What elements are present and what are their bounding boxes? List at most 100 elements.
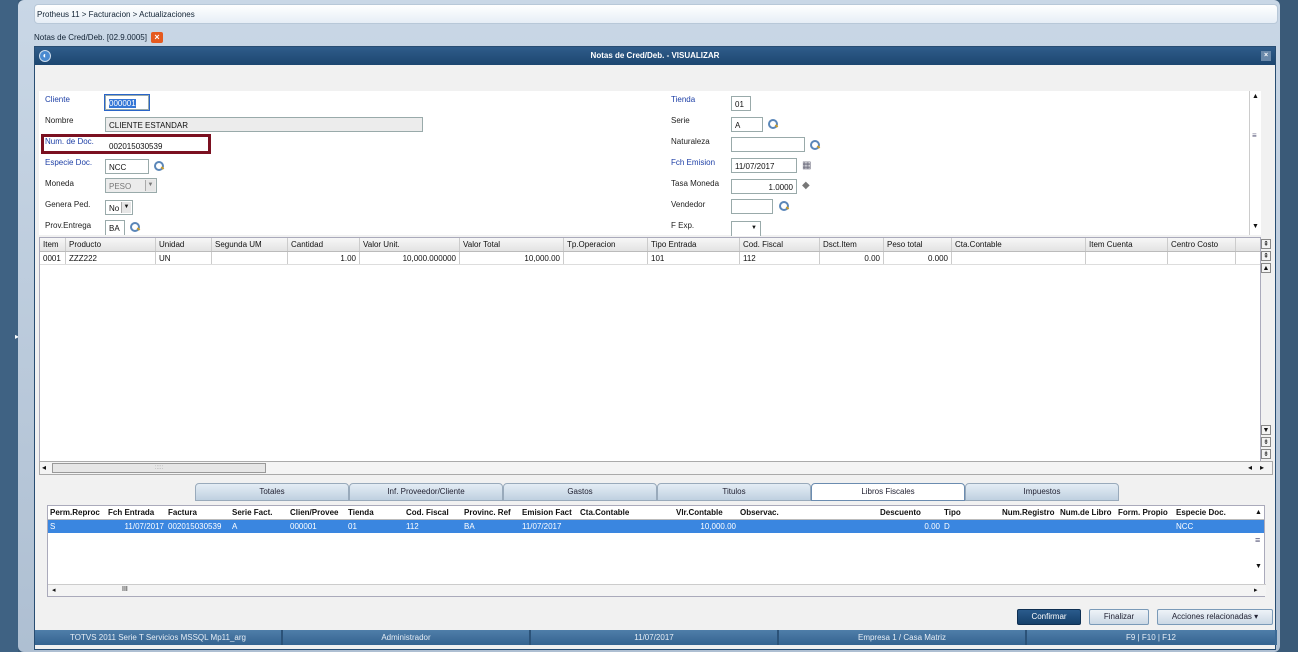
scroll-up-icon[interactable]: ▲ (1261, 263, 1271, 273)
breadcrumb: Protheus 11 > Facturacion > Actualizacio… (34, 4, 1278, 24)
fexp-select[interactable]: ▼ (731, 221, 761, 236)
column-header[interactable]: Tienda (346, 506, 404, 519)
left-sidebar-strip[interactable] (0, 0, 18, 652)
column-header[interactable]: Cantidad (288, 238, 360, 251)
column-header[interactable]: Segunda UM (212, 238, 288, 251)
column-header[interactable]: Cod. Fiscal (404, 506, 462, 519)
search-icon[interactable] (810, 140, 820, 150)
table-row[interactable]: 0001 ZZZ222 UN 1.00 10,000.000000 10,000… (40, 252, 1260, 265)
tab-libros-fiscales[interactable]: Libros Fiscales (811, 483, 965, 501)
libros-hscrollbar[interactable]: ◂ III ▸ (48, 584, 1266, 596)
tab-titulos[interactable]: Titulos (657, 483, 811, 501)
column-header[interactable]: Descuento (878, 506, 942, 519)
nombre-input[interactable]: CLIENTE ESTANDAR (105, 117, 423, 132)
column-header[interactable]: Tp.Operacion (564, 238, 648, 251)
tasa-input[interactable]: 1.0000 (731, 179, 797, 194)
naturaleza-input[interactable] (731, 137, 805, 152)
calendar-icon[interactable]: ▦ (802, 160, 811, 171)
cliente-input[interactable]: 000001 (104, 94, 150, 111)
column-header[interactable]: Tipo (942, 506, 1000, 519)
column-header[interactable]: Cta.Contable (578, 506, 674, 519)
tab-gastos[interactable]: Gastos (503, 483, 657, 501)
column-header[interactable]: Serie Fact. (230, 506, 288, 519)
scroll-down-icon[interactable]: ▼ (1252, 223, 1259, 230)
scroll-right-icon[interactable]: ▸ (1260, 463, 1264, 472)
scroll-down-icon[interactable]: ▼ (1255, 563, 1262, 570)
search-icon[interactable] (154, 161, 164, 171)
acciones-button[interactable]: Acciones relacionadas ▾ (1157, 609, 1273, 625)
column-header[interactable]: Factura (166, 506, 230, 519)
table-cell: 10,000.00 (460, 252, 564, 264)
column-header[interactable]: Form. Propio (1116, 506, 1174, 519)
scroll-pagedown-icon[interactable]: ⇟ (1261, 437, 1271, 447)
scroll-up-icon[interactable]: ▲ (1252, 93, 1259, 100)
search-icon[interactable] (768, 119, 778, 129)
serie-input[interactable]: A (731, 117, 763, 132)
search-icon[interactable] (130, 222, 140, 232)
column-header[interactable]: Item (40, 238, 66, 251)
tab-impuestos[interactable]: Impuestos (965, 483, 1119, 501)
table-cell: D (944, 522, 950, 531)
column-header[interactable]: Fch Entrada (106, 506, 166, 519)
column-header[interactable]: Cod. Fiscal (740, 238, 820, 251)
column-header[interactable]: Num.de Libro (1058, 506, 1116, 519)
column-header[interactable]: Clien/Provee (288, 506, 346, 519)
table-cell: BA (464, 522, 475, 531)
column-header[interactable]: Valor Total (460, 238, 564, 251)
column-header[interactable]: Provinc. Ref (462, 506, 520, 519)
app-icon: ◐ (39, 50, 51, 62)
scroll-thumb-icon[interactable]: ≡ (1252, 131, 1257, 140)
column-header[interactable]: Producto (66, 238, 156, 251)
table-cell: 0.000 (884, 252, 952, 264)
scroll-top-icon[interactable]: ⇞ (1261, 239, 1271, 249)
column-header[interactable]: Perm.Reproc (48, 506, 106, 519)
button-bar: Confirmar Finalizar Acciones relacionada… (35, 605, 1277, 627)
column-header[interactable]: Dsct.Item (820, 238, 884, 251)
scroll-thumb-icon[interactable]: ≡ (1255, 535, 1260, 545)
money-icon[interactable]: ◆ (802, 180, 810, 191)
column-header[interactable]: Num.Registro (1000, 506, 1058, 519)
table-cell (212, 252, 288, 264)
scroll-left-icon[interactable]: ◂ (52, 586, 56, 594)
scroll-pageup-icon[interactable]: ⇞ (1261, 251, 1271, 261)
column-header[interactable]: Valor Unit. (360, 238, 460, 251)
column-header[interactable]: Especie Doc. F (1174, 506, 1226, 519)
tienda-input[interactable]: 01 (731, 96, 751, 111)
scroll-thumb[interactable]: III (122, 586, 128, 593)
scroll-bottom-icon[interactable]: ⇟ (1261, 449, 1271, 459)
items-hscrollbar[interactable]: ◂ ::::: ◂ ▸ (39, 461, 1273, 475)
finalizar-button[interactable]: Finalizar (1089, 609, 1149, 625)
column-header[interactable]: Observac. (738, 506, 878, 519)
column-header[interactable]: Tipo Entrada (648, 238, 740, 251)
tab-inf-proveedor[interactable]: Inf. Proveedor/Cliente (349, 483, 503, 501)
document-tab[interactable]: Notas de Cred/Deb. [02.9.0005] × (34, 30, 163, 45)
fch-emision-input[interactable]: 11/07/2017 (731, 158, 797, 173)
prov-input[interactable]: BA (105, 220, 125, 235)
column-header[interactable]: Emision Fact (520, 506, 578, 519)
scroll-right-icon[interactable]: ▸ (1254, 586, 1258, 594)
especie-input[interactable]: NCC (105, 159, 149, 174)
tab-totales[interactable]: Totales (195, 483, 349, 501)
column-header[interactable]: Unidad (156, 238, 212, 251)
genera-select[interactable]: No ▼ (105, 200, 133, 215)
status-bar: TOTVS 2011 Serie T Servicios MSSQL Mp11_… (35, 630, 1277, 645)
column-header[interactable]: Centro Costo (1168, 238, 1236, 251)
window-close-icon[interactable]: × (1261, 51, 1271, 61)
table-row[interactable]: S 11/07/2017 002015030539 A 000001 01 11… (48, 520, 1264, 533)
column-header[interactable]: Peso total (884, 238, 952, 251)
moneda-select[interactable]: PESO ▼ (105, 178, 157, 193)
confirmar-button[interactable]: Confirmar (1017, 609, 1081, 625)
scroll-down-icon[interactable]: ▼ (1261, 425, 1271, 435)
scroll-left-icon[interactable]: ◂ (1248, 463, 1252, 472)
column-header[interactable]: Item Cuenta (1086, 238, 1168, 251)
table-cell (1116, 520, 1174, 533)
column-header[interactable]: Vlr.Contable (674, 506, 738, 519)
form-scrollbar[interactable]: ▲ ≡ ▼ (1249, 91, 1261, 235)
scroll-up-icon[interactable]: ▲ (1255, 509, 1262, 516)
scroll-thumb[interactable]: ::::: (52, 463, 266, 473)
search-icon[interactable] (779, 201, 789, 211)
close-tab-icon[interactable]: × (150, 32, 163, 43)
scroll-left-icon[interactable]: ◂ (42, 463, 46, 472)
vendedor-input[interactable] (731, 199, 773, 214)
column-header[interactable]: Cta.Contable (952, 238, 1086, 251)
